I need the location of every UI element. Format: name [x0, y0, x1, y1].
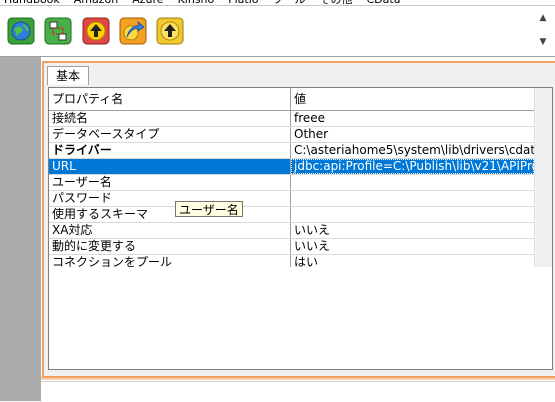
table-row[interactable]: 使用するスキーマ: [49, 207, 552, 223]
table-row[interactable]: 動的に変更する いいえ: [49, 239, 552, 255]
properties-frame: 基本 プロパティ名 値 接続名 freee データベースタイプ Other ドライバー C…: [42, 61, 555, 378]
grid-empty-area: [49, 267, 552, 369]
column-header-property-name[interactable]: プロパティ名: [49, 88, 291, 110]
table-row[interactable]: パスワード: [49, 191, 552, 207]
property-value-cell[interactable]: [291, 175, 534, 190]
scroll-down-icon[interactable]: ▼: [537, 36, 549, 48]
table-row[interactable]: URL jdbc:api:Profile=C:\Publish\lib\v21\A…: [49, 159, 552, 175]
property-name-cell: 接続名: [49, 111, 291, 126]
property-name-cell: ユーザー名: [49, 175, 291, 190]
tooltip: ユーザー名: [175, 201, 243, 217]
column-header-value[interactable]: 値: [291, 88, 534, 110]
globe-button[interactable]: [7, 17, 35, 45]
table-row[interactable]: ユーザー名: [49, 175, 552, 191]
upload-red-button[interactable]: [82, 17, 110, 45]
property-name-cell: 使用するスキーマ: [49, 207, 291, 222]
upload-arrow-icon: [82, 17, 110, 45]
property-grid: プロパティ名 値 接続名 freee データベースタイプ Other ドライバー C:\a…: [48, 87, 553, 370]
table-row[interactable]: データベースタイプ Other: [49, 127, 552, 143]
tab-basic[interactable]: 基本: [47, 66, 90, 85]
property-name-cell: データベースタイプ: [49, 127, 291, 142]
property-value-cell[interactable]: いいえ: [291, 223, 534, 238]
upload-arrow-icon: [156, 17, 184, 45]
property-name-cell: 動的に変更する: [49, 239, 291, 254]
toolbar: ▲ ▼: [0, 6, 555, 57]
property-value-cell[interactable]: いいえ: [291, 239, 534, 254]
network-button[interactable]: [44, 17, 72, 45]
property-name-cell: XA対応: [49, 223, 291, 238]
property-name-cell: パスワード: [49, 191, 291, 206]
left-sidebar-strip: [0, 57, 41, 401]
network-icon: [44, 17, 72, 45]
table-row[interactable]: XA対応 いいえ: [49, 223, 552, 239]
properties-panel: 基本 プロパティ名 値 接続名 freee データベースタイプ Other ドライバー C…: [41, 57, 555, 401]
property-value-cell[interactable]: freee: [291, 111, 534, 126]
export-orange-button[interactable]: [119, 17, 147, 45]
scroll-up-icon[interactable]: ▲: [537, 12, 549, 24]
grid-scrollbar[interactable]: [534, 88, 552, 267]
table-header: プロパティ名 値: [49, 88, 552, 111]
table-row[interactable]: ドライバー C:\asteriahome5\system\lib\drivers\…: [49, 143, 552, 159]
property-name-cell: URL: [49, 159, 291, 174]
property-name-cell: ドライバー: [49, 143, 291, 158]
property-value-cell[interactable]: Other: [291, 127, 534, 142]
upload-yellow-button[interactable]: [156, 17, 184, 45]
table-row[interactable]: 接続名 freee: [49, 111, 552, 127]
property-value-cell[interactable]: [291, 191, 534, 206]
lower-panel: [41, 376, 555, 402]
property-value-cell[interactable]: jdbc:api:Profile=C:\Publish\lib\v21\APIP…: [291, 159, 534, 174]
property-value-cell[interactable]: C:\asteriahome5\system\lib\drivers\cdata…: [291, 143, 534, 158]
globe-icon: [7, 17, 35, 45]
property-value-cell[interactable]: [291, 207, 534, 222]
property-table: プロパティ名 値 接続名 freee データベースタイプ Other ドライバー C:\a…: [49, 88, 552, 271]
export-arrow-icon: [119, 17, 147, 45]
